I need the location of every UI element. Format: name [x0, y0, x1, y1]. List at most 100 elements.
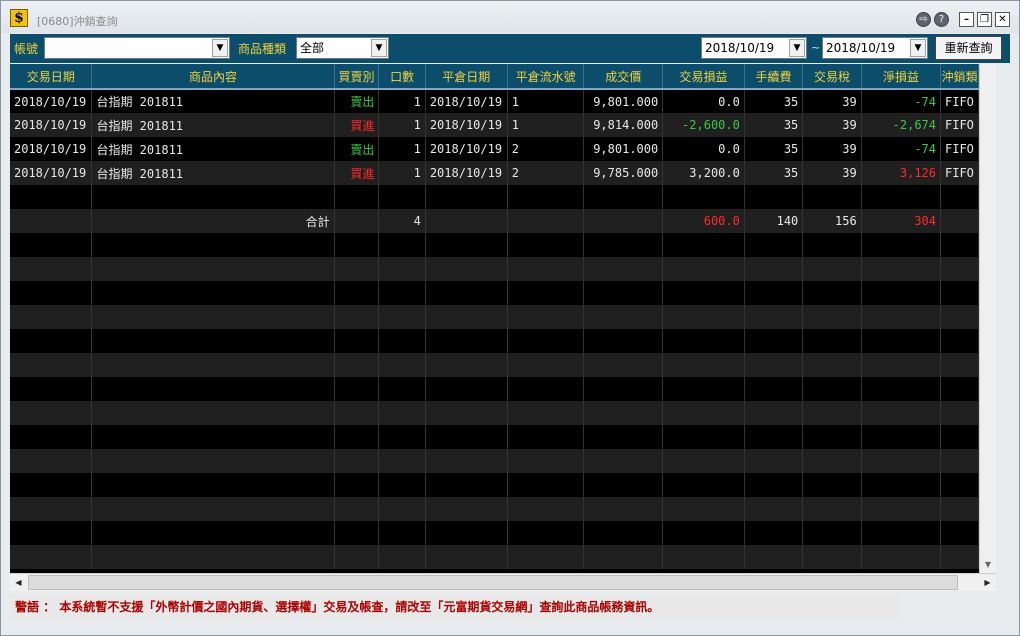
table-row[interactable]: 2018/10/19 台指期 201811 買進 1 2018/10/19 1 9,814.… [10, 113, 979, 137]
empty-row [10, 449, 979, 473]
column-header[interactable]: 商品內容 [91, 64, 335, 90]
empty-cell [10, 449, 93, 473]
column-header[interactable]: 平倉日期 [425, 64, 508, 90]
date-separator: ~ [811, 41, 821, 54]
empty-cell [802, 401, 862, 425]
empty-cell [583, 377, 664, 401]
lots-cell: 1 [378, 161, 426, 185]
column-header[interactable]: 交易日期 [10, 64, 93, 90]
empty-row [10, 305, 979, 329]
empty-cell [10, 281, 93, 305]
trade-date-cell: 2018/10/19 [10, 113, 93, 137]
chevron-down-icon[interactable]: ▼ [212, 39, 228, 57]
table-row[interactable]: 2018/10/19 台指期 201811 賣出 1 2018/10/19 1 9,801.… [10, 89, 979, 113]
vertical-scrollbar[interactable]: ▼ [979, 64, 996, 573]
empty-cell [662, 521, 745, 545]
close-date-cell: 2018/10/19 [425, 161, 508, 185]
fee-cell: 35 [744, 113, 804, 137]
empty-cell [583, 545, 664, 569]
empty-cell [378, 305, 426, 329]
share-icon[interactable]: ⇨ [916, 12, 931, 27]
empty-cell [940, 329, 979, 353]
empty-cell [425, 329, 508, 353]
empty-cell [662, 497, 745, 521]
empty-cell [744, 401, 804, 425]
column-header[interactable]: 沖銷類 [940, 64, 979, 90]
empty-cell [10, 377, 93, 401]
empty-cell [662, 425, 745, 449]
empty-cell [91, 329, 335, 353]
chevron-down-icon[interactable]: ▼ [371, 39, 387, 57]
date-to-picker[interactable]: 2018/10/19 ▼ [822, 37, 928, 59]
column-header[interactable]: 交易稅 [802, 64, 862, 90]
offset-method-cell: FIFO [940, 89, 979, 113]
column-header[interactable]: 買賣別 [334, 64, 380, 90]
title-bar[interactable]: $ [0680]沖銷查詢 ⇨ ? – ❐ ✕ [1, 1, 1019, 33]
requery-button[interactable]: 重新查詢 [935, 36, 1002, 60]
empty-row [10, 545, 979, 569]
horizontal-scrollbar[interactable]: ◀ ▶ [10, 573, 996, 591]
account-label: 帳號 [14, 42, 39, 56]
empty-cell [91, 377, 335, 401]
column-header[interactable]: 成交價 [583, 64, 664, 90]
net-pnl-cell: -74 [861, 89, 942, 113]
product-cell: 台指期 201811 [91, 113, 335, 137]
empty-cell [744, 353, 804, 377]
product-cell: 台指期 201811 [91, 89, 335, 113]
empty-cell [10, 209, 93, 233]
column-header[interactable]: 手續費 [744, 64, 804, 90]
table-row[interactable]: 2018/10/19 台指期 201811 買進 1 2018/10/19 2 9,785.… [10, 161, 979, 185]
empty-cell [802, 281, 862, 305]
empty-cell [10, 353, 93, 377]
account-dropdown[interactable]: ▼ [44, 37, 230, 59]
empty-cell [861, 521, 942, 545]
minimize-button[interactable]: – [959, 12, 974, 27]
offset-method-cell: FIFO [940, 161, 979, 185]
empty-row [10, 521, 979, 545]
scroll-left-icon[interactable]: ◀ [10, 574, 27, 591]
date-from-picker[interactable]: 2018/10/19 ▼ [701, 37, 807, 59]
empty-row [10, 329, 979, 353]
restore-button[interactable]: ❐ [977, 12, 992, 27]
empty-cell [378, 281, 426, 305]
column-header[interactable]: 交易損益 [662, 64, 745, 90]
close-button[interactable]: ✕ [995, 12, 1010, 27]
help-icon[interactable]: ? [934, 12, 949, 27]
product-type-dropdown[interactable]: 全部 ▼ [296, 37, 389, 59]
scroll-thumb[interactable] [28, 575, 958, 590]
chevron-down-icon[interactable]: ▼ [910, 39, 926, 57]
empty-cell [940, 425, 979, 449]
table-header-row: 交易日期 商品內容 買賣別 口數 平倉日期 平倉流水號 成交價 交易損益 手續費 交易稅 淨損益 沖銷… [10, 64, 979, 90]
dollar-app-icon: $ [10, 9, 28, 27]
column-header[interactable]: 口數 [378, 64, 426, 90]
empty-cell [10, 425, 93, 449]
empty-row [10, 281, 979, 305]
empty-cell [940, 449, 979, 473]
empty-cell [940, 545, 979, 569]
empty-cell [583, 425, 664, 449]
empty-cell [334, 497, 380, 521]
empty-cell [662, 353, 745, 377]
empty-cell [334, 185, 380, 209]
column-header[interactable]: 淨損益 [861, 64, 942, 90]
column-header[interactable]: 平倉流水號 [507, 64, 585, 90]
empty-cell [662, 401, 745, 425]
chevron-down-icon[interactable]: ▼ [789, 39, 805, 57]
offset-query-grid[interactable]: 交易日期 商品內容 買賣別 口數 平倉日期 平倉流水號 成交價 交易損益 手續費 交易稅 淨損益 沖銷… [10, 64, 979, 573]
empty-cell [10, 233, 93, 257]
empty-cell [507, 209, 585, 233]
empty-cell [507, 305, 585, 329]
empty-cell [744, 521, 804, 545]
scroll-right-icon[interactable]: ▶ [979, 574, 996, 591]
empty-cell [507, 425, 585, 449]
empty-cell [334, 401, 380, 425]
scroll-down-icon[interactable]: ▼ [980, 556, 996, 573]
empty-cell [378, 449, 426, 473]
table-row[interactable]: 2018/10/19 台指期 201811 賣出 1 2018/10/19 2 9,801.… [10, 137, 979, 161]
empty-cell [378, 521, 426, 545]
empty-cell [425, 353, 508, 377]
close-date-cell: 2018/10/19 [425, 89, 508, 113]
total-tax: 156 [802, 209, 862, 233]
empty-cell [378, 545, 426, 569]
empty-cell [861, 329, 942, 353]
